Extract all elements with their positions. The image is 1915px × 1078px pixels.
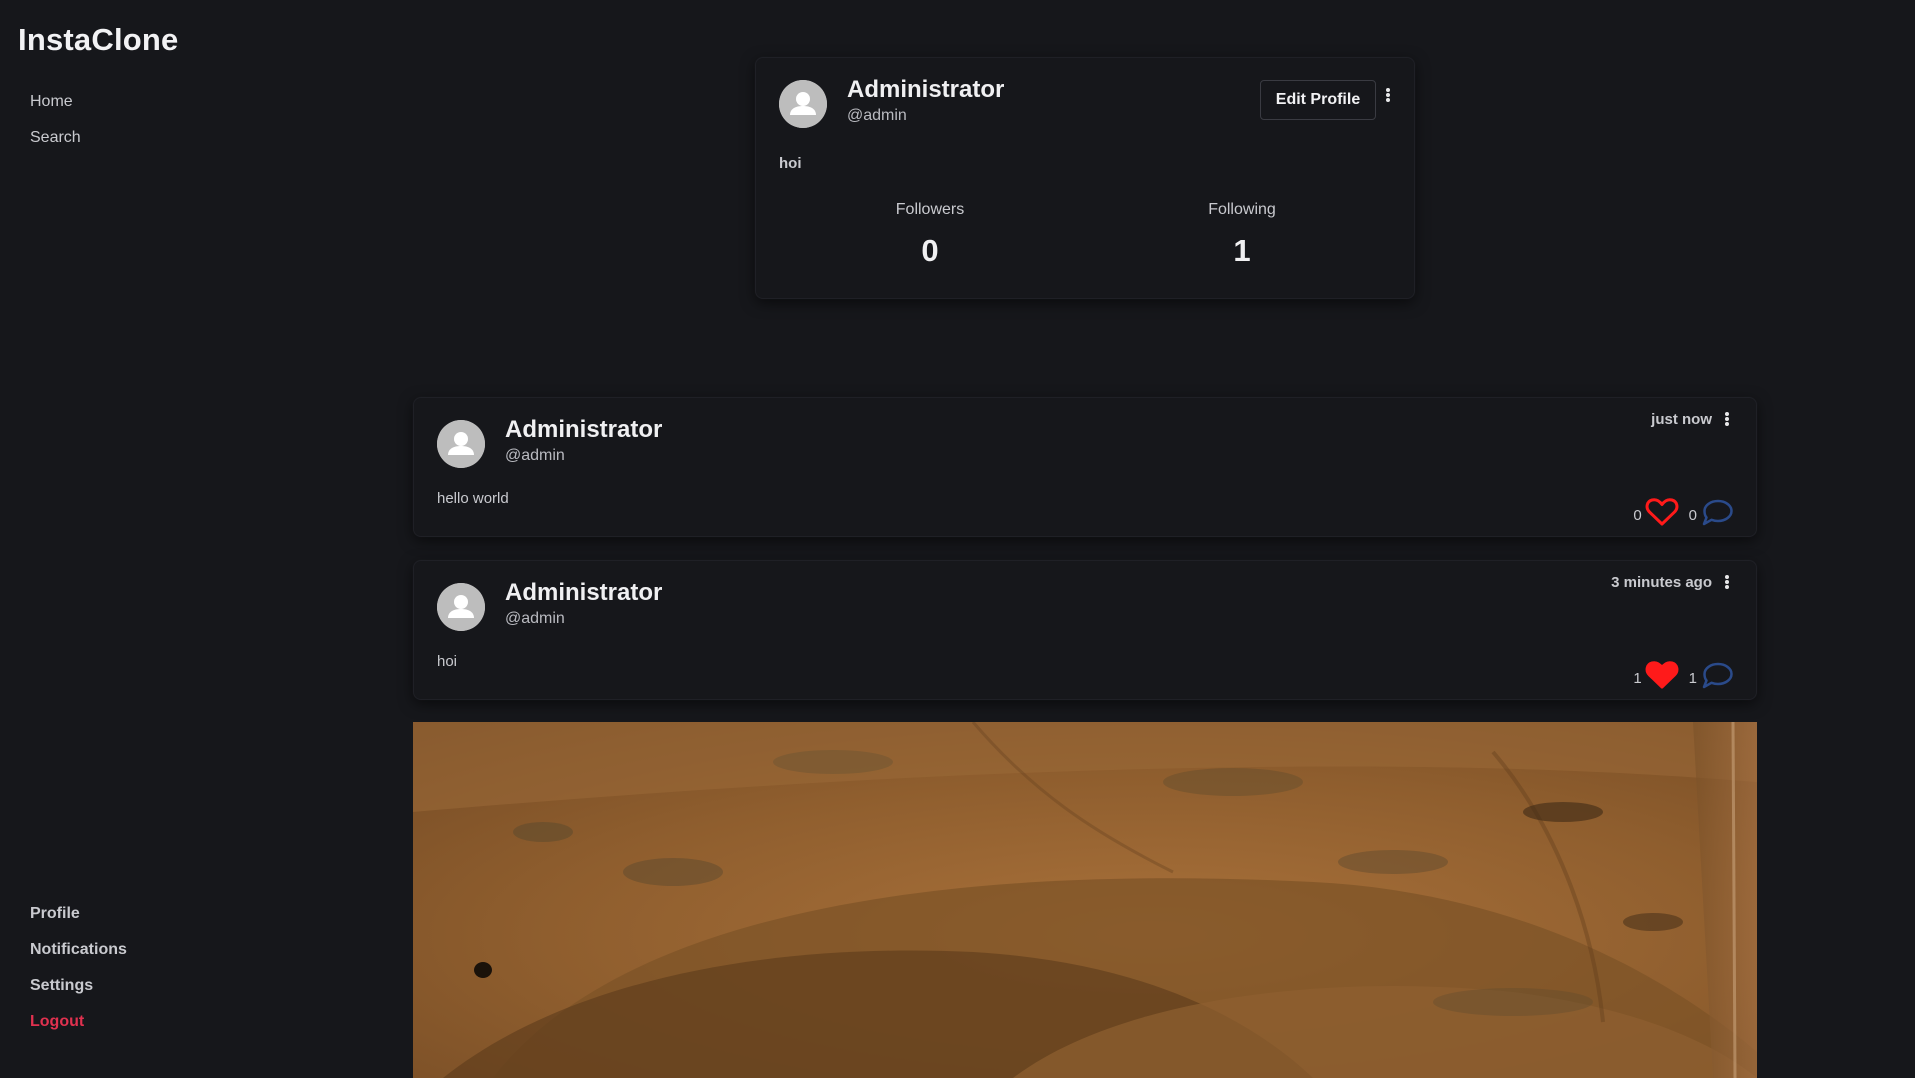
post-text: hoi [437,653,458,670]
sidebar-item-settings[interactable]: Settings [30,976,127,1012]
sidebar-item-logout[interactable]: Logout [30,1012,127,1048]
user-avatar-icon [437,420,485,468]
kebab-menu-icon[interactable] [1383,86,1393,104]
post-timestamp: 3 minutes ago [1611,574,1712,591]
post-text: hello world [437,490,509,507]
profile-name: Administrator [847,76,1005,103]
comment-bubble-icon[interactable] [1700,660,1734,690]
post-card: Administrator @admin 3 minutes ago hoi 1… [413,560,1757,700]
comment-count: 1 [1688,669,1697,687]
followers-stat[interactable]: Followers 0 [830,201,1030,269]
post-author-name[interactable]: Administrator [505,416,662,444]
sidebar-item-search[interactable]: Search [30,128,81,164]
post-actions: 1 1 [1633,659,1734,691]
heart-icon[interactable] [1645,660,1679,690]
followers-label: Followers [895,201,965,218]
kebab-menu-icon[interactable] [1722,573,1732,591]
profile-bio: hoi [779,155,802,172]
user-avatar-icon [779,80,827,128]
avatar[interactable] [437,420,485,468]
sidebar-nav-bottom: Profile Notifications Settings Logout [30,904,127,1048]
sidebar-item-profile[interactable]: Profile [30,904,127,940]
app-logo[interactable]: InstaClone [18,22,178,58]
post-author-handle: @admin [505,447,565,464]
post-photo[interactable] [413,722,1757,1078]
sidebar-item-notifications[interactable]: Notifications [30,940,127,976]
user-avatar-icon [437,583,485,631]
like-count: 1 [1633,669,1642,687]
profile-card: Administrator @admin Edit Profile hoi Fo… [755,57,1415,299]
comment-bubble-icon[interactable] [1700,497,1734,527]
following-stat[interactable]: Following 1 [1142,201,1342,269]
post-actions: 0 0 [1633,496,1734,528]
post-author-name[interactable]: Administrator [505,579,662,607]
avatar[interactable] [779,80,827,128]
followers-count: 0 [921,233,939,268]
following-count: 1 [1233,233,1251,268]
following-label: Following [1208,201,1276,218]
avatar[interactable] [437,583,485,631]
sidebar: InstaClone Home Search Profile Notificat… [0,0,320,1078]
like-count: 0 [1633,506,1642,524]
vaulted-ceiling-photo [413,722,1757,1078]
sidebar-item-home[interactable]: Home [30,92,81,128]
sidebar-nav-top: Home Search [30,92,81,164]
comment-count: 0 [1688,506,1697,524]
kebab-menu-icon[interactable] [1722,410,1732,428]
profile-handle: @admin [847,107,907,124]
post-card: Administrator @admin just now hello worl… [413,397,1757,537]
post-timestamp: just now [1651,411,1712,428]
post-author-handle: @admin [505,610,565,627]
edit-profile-button[interactable]: Edit Profile [1260,80,1376,120]
heart-icon[interactable] [1645,497,1679,527]
